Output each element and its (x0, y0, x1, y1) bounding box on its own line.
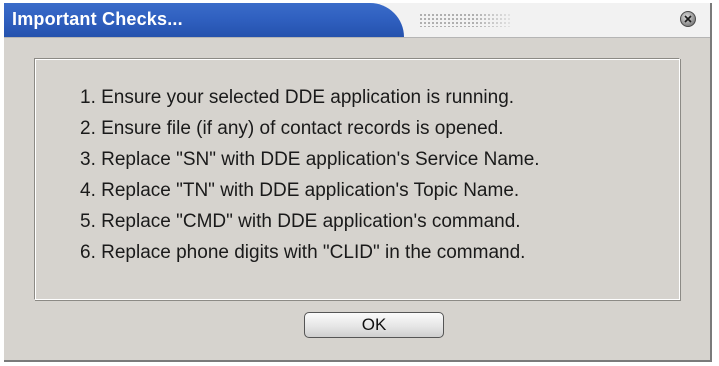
important-checks-dialog: Important Checks... 1. Ensure your selec… (4, 3, 712, 362)
check-item-5: 5. Replace "CMD" with DDE application's … (80, 211, 521, 232)
title-tab: Important Checks... (4, 3, 404, 37)
close-button[interactable] (680, 11, 696, 27)
check-item-2: 2. Ensure file (if any) of contact recor… (80, 118, 504, 139)
check-item-4: 4. Replace "TN" with DDE application's T… (80, 180, 520, 201)
title-bar[interactable]: Important Checks... (4, 3, 710, 38)
grip-fade (474, 11, 519, 29)
checks-list: 1. Ensure your selected DDE application … (80, 82, 540, 268)
check-item-3: 3. Replace "SN" with DDE application's S… (80, 149, 540, 170)
close-icon (684, 15, 692, 23)
check-item-1: 1. Ensure your selected DDE application … (80, 87, 515, 108)
dialog-title: Important Checks... (12, 9, 183, 29)
ok-button[interactable]: OK (304, 312, 444, 338)
check-item-6: 6. Replace phone digits with "CLID" in t… (80, 242, 526, 263)
checks-panel: 1. Ensure your selected DDE application … (34, 58, 680, 300)
